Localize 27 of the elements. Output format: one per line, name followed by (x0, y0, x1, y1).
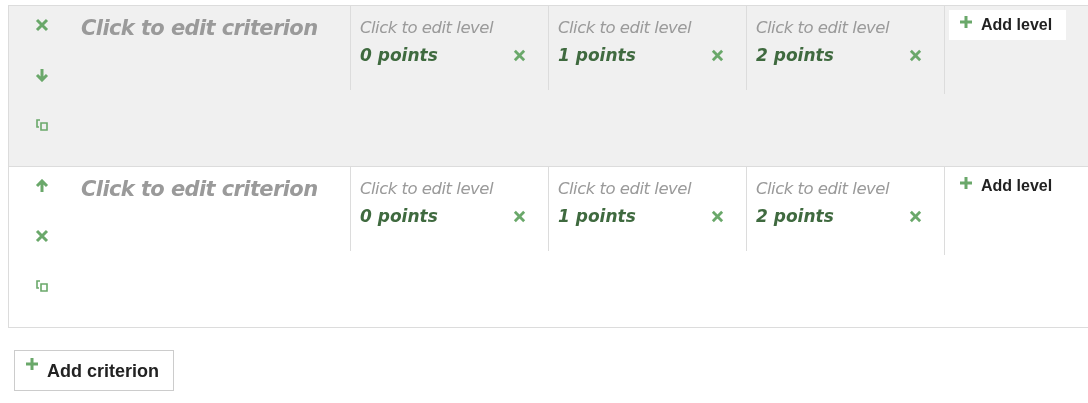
delete-icon[interactable] (513, 209, 526, 223)
level-score[interactable]: 0 points (360, 45, 438, 65)
plus-icon (25, 356, 39, 371)
delete-icon[interactable] (711, 48, 724, 62)
add-criterion-button[interactable]: Add criterion (14, 350, 174, 391)
level-score[interactable]: 2 points (756, 45, 834, 65)
arrow-down-icon[interactable] (34, 68, 49, 82)
delete-icon[interactable] (34, 18, 49, 32)
delete-icon[interactable] (909, 209, 922, 223)
level-score[interactable]: 0 points (360, 206, 438, 226)
level-score[interactable]: 1 points (558, 45, 636, 65)
delete-icon[interactable] (34, 229, 49, 243)
delete-icon[interactable] (711, 209, 724, 223)
plus-icon (959, 15, 973, 29)
level-definition[interactable]: Click to edit level (558, 179, 740, 198)
criterion-description[interactable]: Click to edit criterion (59, 167, 350, 327)
arrow-up-icon[interactable] (34, 179, 49, 193)
delete-icon[interactable] (513, 48, 526, 62)
duplicate-icon[interactable] (34, 118, 49, 132)
plus-icon (959, 176, 973, 190)
level-score[interactable]: 2 points (756, 206, 834, 226)
level-score[interactable]: 1 points (558, 206, 636, 226)
duplicate-icon[interactable] (34, 279, 49, 293)
level-definition[interactable]: Click to edit level (360, 179, 542, 198)
delete-icon[interactable] (909, 48, 922, 62)
level-definition[interactable]: Click to edit level (756, 179, 938, 198)
add-level-button[interactable]: Add level (949, 10, 1067, 40)
